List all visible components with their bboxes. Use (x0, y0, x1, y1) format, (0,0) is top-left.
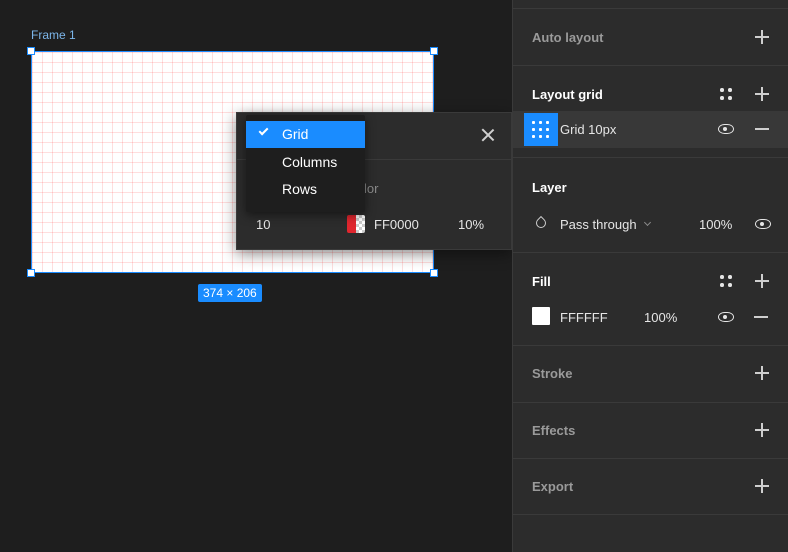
plus-icon[interactable] (755, 366, 769, 380)
export-section: Export (513, 459, 788, 515)
grid-opacity-input[interactable]: 10% (458, 217, 484, 232)
menu-item-columns[interactable]: Columns (246, 149, 365, 176)
close-icon[interactable] (479, 126, 497, 144)
auto-layout-section: Auto layout (513, 9, 788, 66)
effects-title: Effects (532, 423, 576, 438)
properties-panel: Auto layout Layout grid Grid 10px Layer (512, 0, 788, 552)
grid-type-menu: Grid Columns Rows (246, 115, 365, 212)
minus-icon[interactable] (755, 122, 769, 136)
eye-icon[interactable] (718, 124, 734, 134)
app-root: Frame 1 374 × 206 lor 10 FF0000 10% Grid… (0, 0, 788, 552)
style-dots-icon[interactable] (720, 275, 732, 287)
fill-hex-input[interactable]: FFFFFF (560, 310, 608, 325)
resize-handle-bottom-right[interactable] (430, 269, 438, 277)
menu-item-label: Rows (282, 181, 318, 197)
color-column-header: lor (364, 181, 379, 196)
plus-icon[interactable] (755, 423, 769, 437)
fill-title: Fill (532, 274, 551, 289)
resize-handle-top-left[interactable] (27, 47, 35, 55)
fill-color-swatch[interactable] (532, 307, 550, 325)
resize-handle-bottom-left[interactable] (27, 269, 35, 277)
minus-icon[interactable] (754, 310, 768, 324)
menu-item-rows[interactable]: Rows (246, 176, 365, 203)
check-icon (258, 125, 269, 136)
grid-color-hex[interactable]: FF0000 (374, 217, 419, 232)
style-dots-icon[interactable] (720, 88, 732, 100)
blend-mode-select[interactable]: Pass through (560, 217, 637, 232)
eye-icon[interactable] (755, 219, 771, 229)
eye-icon[interactable] (718, 312, 734, 322)
layer-section: Layer (513, 158, 788, 253)
layer-opacity-input[interactable]: 100% (699, 217, 732, 232)
menu-item-label: Grid (282, 126, 309, 142)
effects-section: Effects (513, 403, 788, 459)
export-title: Export (532, 479, 574, 494)
plus-icon[interactable] (755, 30, 769, 44)
grid-icon[interactable] (524, 113, 558, 146)
layout-grid-label: Grid 10px (560, 122, 617, 137)
canvas[interactable]: Frame 1 374 × 206 (0, 0, 512, 552)
size-badge: 374 × 206 (198, 284, 262, 302)
layout-grid-item[interactable]: Grid 10px (513, 111, 788, 148)
menu-item-grid[interactable]: Grid (246, 121, 365, 148)
plus-icon[interactable] (755, 87, 769, 101)
fill-opacity-input[interactable]: 100% (644, 310, 677, 325)
grid-size-input[interactable]: 10 (256, 217, 270, 232)
grid-color-swatch[interactable] (347, 215, 365, 233)
menu-item-label: Columns (282, 154, 338, 170)
resize-handle-top-right[interactable] (430, 47, 438, 55)
plus-icon[interactable] (755, 479, 769, 493)
stroke-title: Stroke (532, 366, 573, 381)
frame-label[interactable]: Frame 1 (31, 28, 76, 42)
stroke-section: Stroke (513, 346, 788, 403)
layout-grid-title: Layout grid (532, 87, 603, 102)
auto-layout-title: Auto layout (532, 30, 604, 45)
panel-top-edge (513, 0, 788, 9)
plus-icon[interactable] (755, 274, 769, 288)
layer-title: Layer (532, 180, 567, 195)
fill-section: Fill (513, 253, 788, 346)
